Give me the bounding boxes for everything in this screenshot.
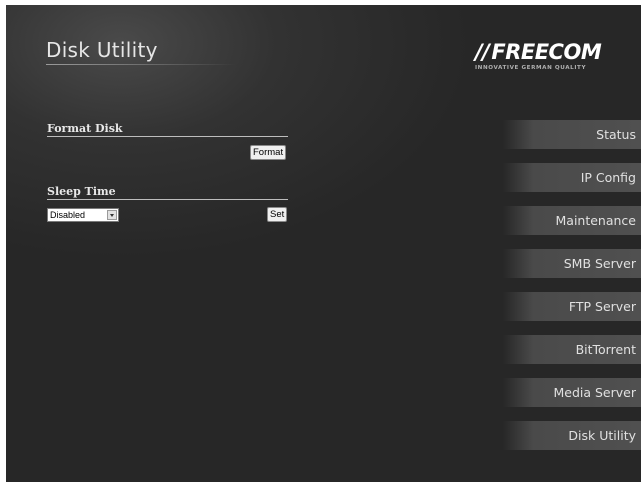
set-button[interactable]: Set <box>267 207 288 222</box>
logo-wordmark: //FREECOM <box>475 40 615 64</box>
format-disk-divider <box>47 136 288 137</box>
logo-brand: FREECOM <box>491 40 602 64</box>
sleep-time-select[interactable]: Disabled <box>47 208 119 222</box>
main-panel: Disk Utility //FREECOM INNOVATIVE GERMAN… <box>6 5 641 482</box>
chevron-down-icon[interactable] <box>107 210 117 220</box>
sleep-time-select-value: Disabled <box>50 210 86 220</box>
format-button[interactable]: Format <box>250 145 287 160</box>
nav-item-ip-config[interactable]: IP Config <box>503 163 641 192</box>
nav-item-bittorrent[interactable]: BitTorrent <box>503 335 641 364</box>
nav-item-disk-utility[interactable]: Disk Utility <box>503 421 641 450</box>
logo-tagline: INNOVATIVE GERMAN QUALITY <box>475 65 587 71</box>
logo-bars-icon: // <box>475 40 490 64</box>
sleep-time-heading: Sleep Time <box>47 185 116 198</box>
sleep-time-divider <box>47 199 288 200</box>
nav-item-ftp-server[interactable]: FTP Server <box>503 292 641 321</box>
freecom-logo: //FREECOM INNOVATIVE GERMAN QUALITY <box>475 40 615 100</box>
page-title: Disk Utility <box>46 38 158 62</box>
title-divider <box>46 64 236 65</box>
nav-item-maintenance[interactable]: Maintenance <box>503 206 641 235</box>
nav-item-status[interactable]: Status <box>503 120 641 149</box>
nav-item-smb-server[interactable]: SMB Server <box>503 249 641 278</box>
format-disk-heading: Format Disk <box>47 122 123 135</box>
nav-item-media-server[interactable]: Media Server <box>503 378 641 407</box>
